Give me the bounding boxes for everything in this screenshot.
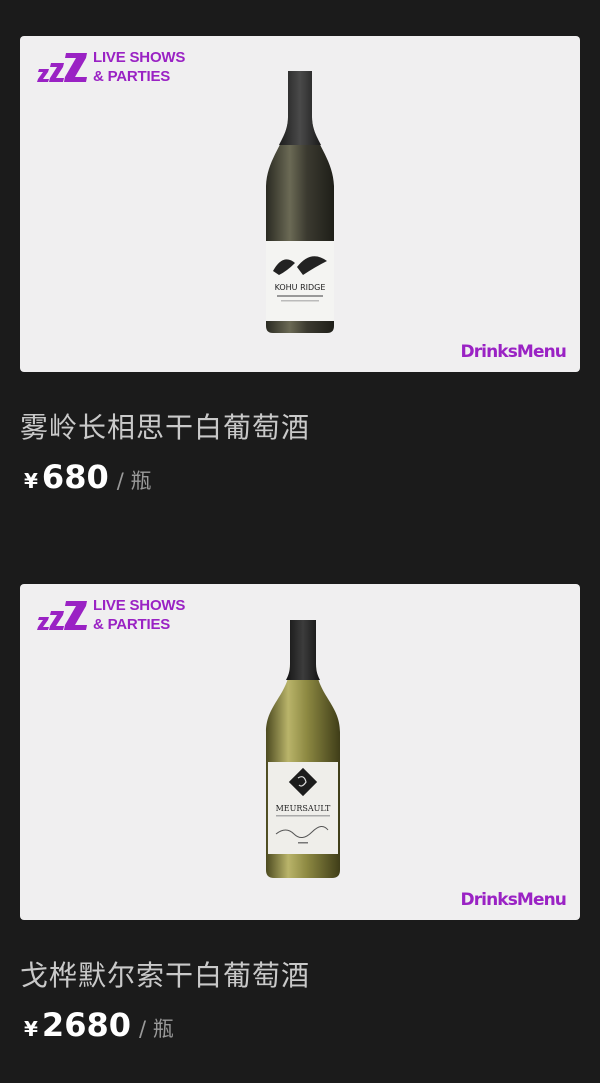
brand-text: LIVE SHOWS & PARTIES — [93, 596, 185, 634]
drinks-menu-logo: DrinksMenu — [460, 342, 566, 362]
currency-symbol: ¥ — [24, 1017, 38, 1041]
brand-line-1: LIVE SHOWS — [93, 49, 186, 66]
wine-bottle-icon: MEURSAULT — [266, 620, 340, 878]
brand-line-2: & PARTIES — [93, 68, 171, 85]
price-value: 680 — [41, 458, 109, 496]
brand-text: LIVE SHOWS & PARTIES — [93, 48, 185, 86]
bottle-label-text: KOHU RIDGE — [275, 283, 326, 292]
price-unit: / 瓶 — [116, 469, 152, 493]
brand-line-1: LIVE SHOWS — [93, 597, 186, 614]
product-image-panel[interactable]: LIVE SHOWS & PARTIES — [20, 36, 580, 372]
wine-bottle-icon: KOHU RIDGE — [266, 71, 334, 333]
zzz-logo-icon — [37, 601, 87, 630]
bottle-label-text: MEURSAULT — [276, 804, 331, 813]
brand-logo: LIVE SHOWS & PARTIES — [37, 47, 185, 86]
price-row: ¥ 680 / 瓶 — [24, 458, 151, 496]
price-value: 2680 — [41, 1006, 131, 1044]
price-row: ¥ 2680 / 瓶 — [24, 1006, 174, 1044]
brand-line-2: & PARTIES — [93, 616, 171, 633]
brand-logo: LIVE SHOWS & PARTIES — [37, 595, 185, 634]
currency-symbol: ¥ — [24, 469, 38, 493]
product-name[interactable]: 雾岭长相思干白葡萄酒 — [20, 406, 310, 446]
zzz-logo-icon — [37, 53, 87, 82]
drinks-menu-page: LIVE SHOWS & PARTIES KOHU RIDGE DrinksMe… — [0, 0, 600, 1083]
product-image-panel[interactable]: LIVE SHOWS & PARTIES — [20, 584, 580, 920]
price-unit: / 瓶 — [138, 1017, 174, 1041]
drinks-menu-logo: DrinksMenu — [460, 890, 566, 910]
product-name[interactable]: 戈桦默尔索干白葡萄酒 — [20, 954, 310, 994]
